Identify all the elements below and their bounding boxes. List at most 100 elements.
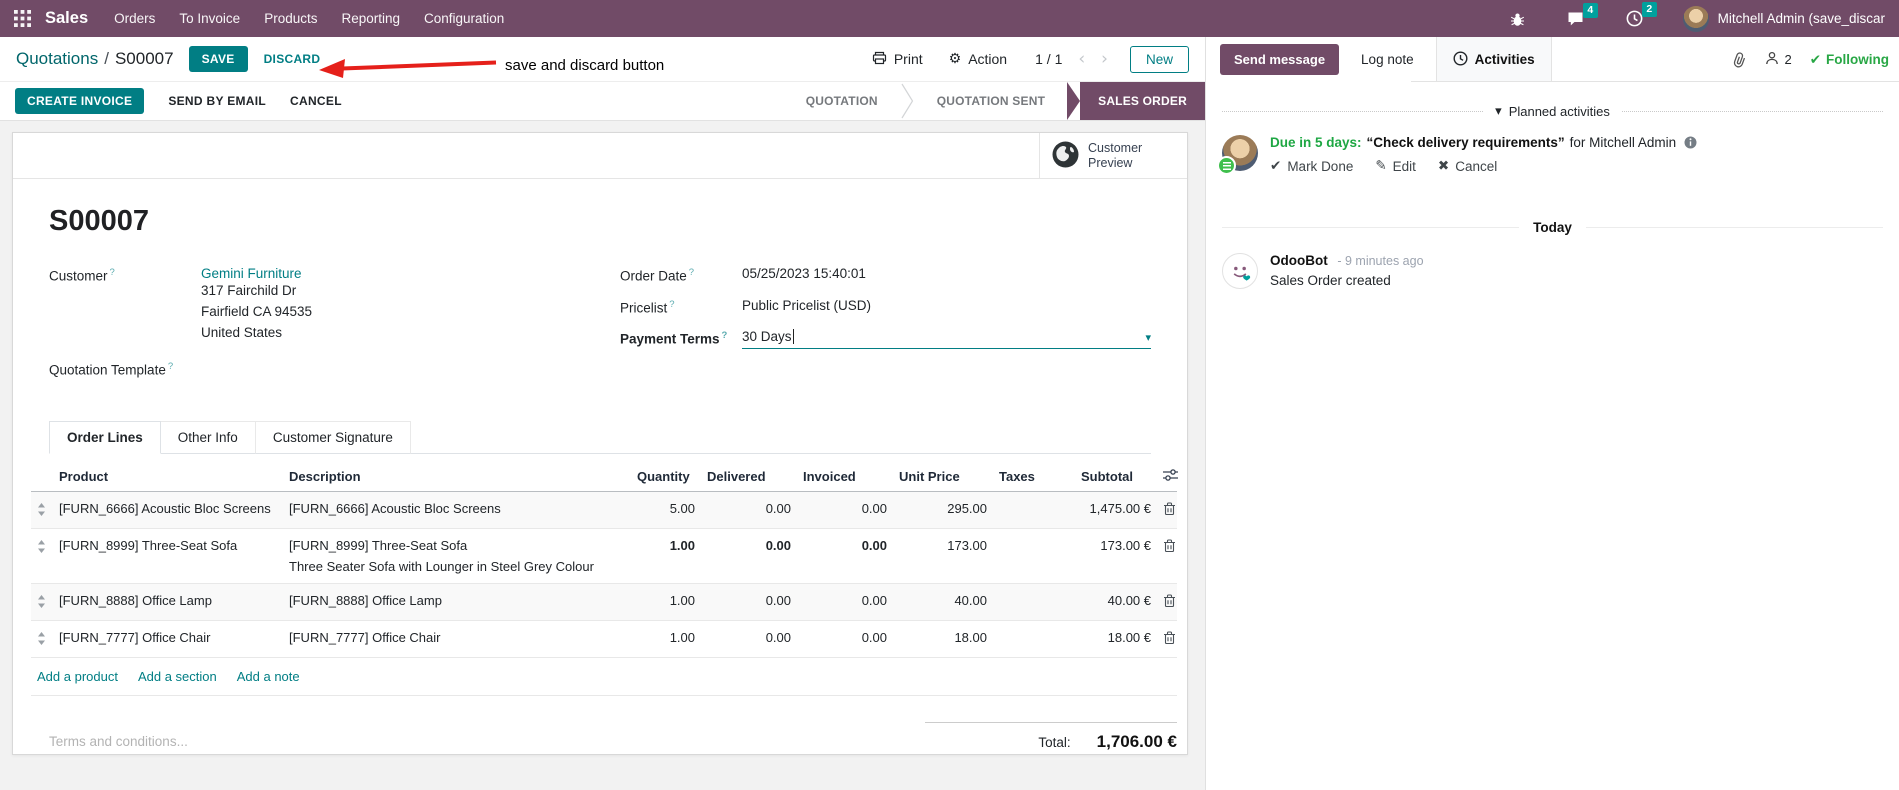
cell-unit-price[interactable]: 295.00 [893,491,993,530]
cell-delivered[interactable]: 0.00 [701,528,797,585]
pager-next-icon[interactable]: › [1101,50,1108,68]
cell-invoiced[interactable]: 0.00 [797,528,893,585]
nav-menu-configuration[interactable]: Configuration [412,0,516,37]
help-icon[interactable]: ? [722,330,728,341]
dropdown-caret-icon[interactable]: ▾ [1145,331,1151,344]
column-header-product[interactable]: Product [53,462,283,493]
pricelist-value[interactable]: Public Pricelist (USD) [742,298,871,316]
cell-quantity[interactable]: 5.00 [631,491,701,530]
link-add-a-section[interactable]: Add a section [138,669,217,684]
activities-clock-icon[interactable]: 2 [1626,2,1657,27]
order-line-row[interactable]: [FURN_8999] Three-Seat Sofa [FURN_8999] T… [31,528,1177,585]
column-header-subtotal[interactable]: Subtotal [1075,462,1157,493]
order-line-row[interactable]: [FURN_6666] Acoustic Bloc Screens [FURN_6… [31,491,1177,530]
cancel-activity-button[interactable]: ✖ Cancel [1438,158,1497,174]
cell-unit-price[interactable]: 18.00 [893,620,993,659]
drag-handle-icon[interactable] [31,491,53,530]
cell-description[interactable]: [FURN_8999] Three-Seat Sofa Three Seater … [283,528,631,585]
cell-description[interactable]: [FURN_6666] Acoustic Bloc Screens [283,491,631,530]
delete-line-icon[interactable] [1157,620,1177,659]
nav-menu-to-invoice[interactable]: To Invoice [167,0,252,37]
messages-icon[interactable]: 4 [1567,2,1598,27]
app-name[interactable]: Sales [45,9,88,28]
breadcrumb-quotations[interactable]: Quotations [16,49,98,69]
cell-delivered[interactable]: 0.00 [701,620,797,659]
column-header-delivered[interactable]: Delivered [701,462,797,493]
stage-quotation[interactable]: QUOTATION [784,82,900,120]
cell-taxes[interactable] [993,528,1075,585]
pager-previous-icon[interactable]: ‹ [1078,50,1085,68]
cell-quantity[interactable]: 1.00 [631,528,701,585]
print-button[interactable]: Print [872,51,923,68]
payment-terms-input[interactable]: 30 Days ▾ [742,329,1151,349]
tab-other-info[interactable]: Other Info [160,421,256,455]
info-icon[interactable] [1684,136,1697,149]
nav-menu-products[interactable]: Products [252,0,329,37]
help-icon[interactable]: ? [168,361,173,372]
cell-invoiced[interactable]: 0.00 [797,620,893,659]
create-invoice-button[interactable]: CREATE INVOICE [15,88,145,114]
terms-placeholder[interactable]: Terms and conditions... [49,722,188,749]
column-header-description[interactable]: Description [283,462,631,493]
column-header-quantity[interactable]: Quantity [631,462,701,493]
customer-preview-button[interactable]: Customer Preview [1039,133,1187,179]
cell-taxes[interactable] [993,583,1075,622]
cell-description[interactable]: [FURN_8888] Office Lamp [283,583,631,622]
delete-line-icon[interactable] [1157,528,1177,585]
edit-activity-button[interactable]: ✎ Edit [1375,158,1416,174]
stage-quotation-sent[interactable]: QUOTATION SENT [915,82,1067,120]
discard-button[interactable]: DISCARD [264,52,321,66]
cell-product[interactable]: [FURN_8888] Office Lamp [53,583,283,622]
column-settings-icon[interactable] [1157,462,1178,493]
customer-link[interactable]: Gemini Furniture [201,266,312,281]
cell-product[interactable]: [FURN_6666] Acoustic Bloc Screens [53,491,283,530]
followers-button[interactable]: 2 [1765,51,1792,68]
cell-delivered[interactable]: 0.00 [701,583,797,622]
link-add-a-product[interactable]: Add a product [37,669,118,684]
help-icon[interactable]: ? [689,267,694,278]
order-line-row[interactable]: [FURN_8888] Office Lamp [FURN_8888] Offic… [31,583,1177,622]
cell-quantity[interactable]: 1.00 [631,583,701,622]
save-button[interactable]: SAVE [188,46,248,72]
drag-handle-icon[interactable] [31,528,53,585]
activities-tab[interactable]: Activities [1435,37,1552,82]
column-header-unit-price[interactable]: Unit Price [893,462,993,493]
mark-done-button[interactable]: ✔ Mark Done [1270,158,1353,174]
drag-handle-icon[interactable] [31,583,53,622]
order-line-row[interactable]: [FURN_7777] Office Chair [FURN_7777] Offi… [31,620,1177,659]
link-add-a-note[interactable]: Add a note [237,669,300,684]
cell-product[interactable]: [FURN_7777] Office Chair [53,620,283,659]
apps-grid-icon[interactable] [14,10,31,27]
new-button[interactable]: New [1129,45,1189,73]
cell-delivered[interactable]: 0.00 [701,491,797,530]
delete-line-icon[interactable] [1157,491,1177,530]
user-avatar[interactable] [1682,5,1709,32]
debug-bug-icon[interactable] [1510,11,1525,27]
send-message-button[interactable]: Send message [1220,44,1340,75]
attachment-paperclip-icon[interactable] [1730,49,1750,69]
cell-taxes[interactable] [993,620,1075,659]
delete-line-icon[interactable] [1157,583,1177,622]
stage-sales-order[interactable]: SALES ORDER [1080,82,1205,120]
send-by-email-button[interactable]: SEND BY EMAIL [168,94,266,108]
drag-handle-icon[interactable] [31,620,53,659]
cell-taxes[interactable] [993,491,1075,530]
help-icon[interactable]: ? [669,299,674,310]
action-button[interactable]: ⚙ Action [949,51,1007,67]
tab-order-lines[interactable]: Order Lines [49,421,161,455]
nav-menu-orders[interactable]: Orders [102,0,167,37]
planned-activities-header[interactable]: ▾ Planned activities [1222,104,1884,119]
following-button[interactable]: ✔ Following [1810,52,1889,68]
odoobot-avatar[interactable] [1222,253,1258,289]
log-note-button[interactable]: Log note [1361,52,1414,67]
tab-customer-signature[interactable]: Customer Signature [255,421,411,455]
help-icon[interactable]: ? [110,267,115,278]
cell-product[interactable]: [FURN_8999] Three-Seat Sofa [53,528,283,585]
cell-quantity[interactable]: 1.00 [631,620,701,659]
column-header-taxes[interactable]: Taxes [993,462,1075,493]
cell-unit-price[interactable]: 173.00 [893,528,993,585]
nav-menu-reporting[interactable]: Reporting [329,0,412,37]
cell-invoiced[interactable]: 0.00 [797,491,893,530]
cancel-button[interactable]: CANCEL [290,94,342,108]
column-header-invoiced[interactable]: Invoiced [797,462,893,493]
